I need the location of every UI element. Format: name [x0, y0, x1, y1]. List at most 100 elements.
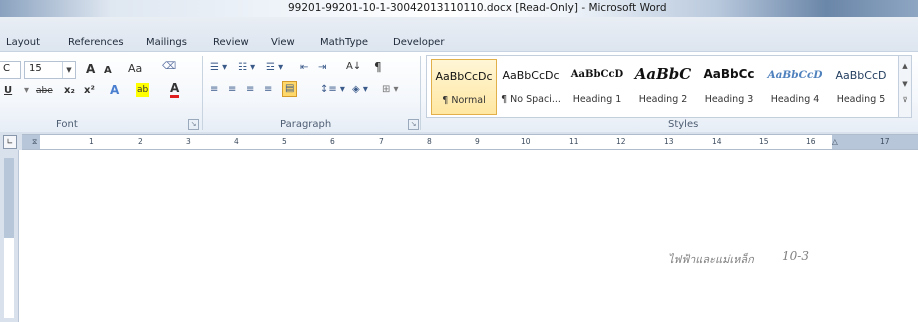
- ruler-tick: 6: [330, 137, 335, 146]
- style-heading-1[interactable]: AaBbCcD Heading 1: [565, 59, 629, 113]
- style-name: Heading 3: [704, 94, 754, 105]
- shrink-font-button[interactable]: A: [104, 64, 112, 78]
- style-sample: AaBbC: [634, 65, 692, 83]
- tab-layout[interactable]: Layout: [6, 37, 40, 48]
- chevron-down-icon[interactable]: ▼: [62, 62, 75, 78]
- tab-view[interactable]: View: [271, 37, 295, 48]
- ruler-left-margin: [22, 135, 40, 149]
- style-normal[interactable]: AaBbCcDc ¶ Normal: [431, 59, 497, 115]
- styles-gallery: AaBbCcDc ¶ Normal AaBbCcDc ¶ No Spaci...…: [426, 55, 900, 118]
- chevron-down-icon[interactable]: ▾: [24, 84, 29, 98]
- ruler-tick: 2: [138, 137, 143, 146]
- show-formatting-button[interactable]: ¶: [374, 60, 382, 74]
- style-name: Heading 1: [572, 94, 622, 105]
- horizontal-ruler[interactable]: ⧖ 1 2 3 4 5 6 7 8 9 10 11 12 13 14 15 16…: [22, 134, 918, 150]
- subscript-button[interactable]: x₂: [64, 84, 75, 98]
- window-title: 99201-99201-10-1-30042013110110.docx [Re…: [288, 2, 667, 14]
- distributed-icon[interactable]: ▤: [282, 81, 298, 97]
- tab-mailings[interactable]: Mailings: [146, 37, 187, 48]
- shading-icon[interactable]: ◈ ▾: [352, 83, 368, 97]
- superscript-button[interactable]: x²: [84, 84, 95, 98]
- ruler-tick: 14: [712, 137, 722, 146]
- ribbon-tabs: Layout References Mailings Review View M…: [0, 17, 918, 51]
- multilevel-list-icon[interactable]: ☲ ▾: [266, 61, 283, 75]
- ruler-tick: 4: [234, 137, 239, 146]
- style-name: Heading 2: [638, 94, 688, 105]
- ruler-right-margin: [832, 135, 918, 149]
- grow-font-button[interactable]: A: [86, 62, 95, 76]
- styles-scroll[interactable]: ▲ ▼ ⊽: [898, 55, 912, 118]
- highlight-button[interactable]: ab: [136, 83, 150, 97]
- sort-button[interactable]: A↓: [346, 60, 361, 74]
- style-heading-2[interactable]: AaBbC Heading 2: [631, 59, 695, 113]
- ruler-tick: 16: [806, 137, 816, 146]
- ruler-tick: 3: [186, 137, 191, 146]
- ruler-tick: 7: [379, 137, 384, 146]
- align-right-icon[interactable]: ≡: [246, 83, 254, 97]
- bullets-icon[interactable]: ☰ ▾: [210, 61, 227, 75]
- tab-references[interactable]: References: [68, 37, 124, 48]
- decrease-indent-icon[interactable]: ⇤: [300, 61, 308, 75]
- style-heading-4[interactable]: AaBbCcD Heading 4: [763, 59, 827, 113]
- tab-mathtype[interactable]: MathType: [320, 37, 368, 48]
- vertical-ruler-bar: [0, 150, 19, 322]
- text-effects-button[interactable]: A: [110, 83, 119, 97]
- indent-marker-icon[interactable]: ⧖: [32, 137, 37, 147]
- font-name-box[interactable]: C: [0, 61, 21, 79]
- font-size-box[interactable]: 15 ▼: [24, 61, 76, 79]
- tab-review[interactable]: Review: [213, 37, 249, 48]
- ruler-tick: 11: [569, 137, 579, 146]
- underline-button[interactable]: U: [4, 84, 12, 98]
- strikethrough-button[interactable]: abe: [36, 84, 53, 98]
- style-sample: AaBbCc: [703, 67, 755, 81]
- numbering-icon[interactable]: ☷ ▾: [238, 61, 255, 75]
- style-heading-5[interactable]: AaBbCcD Heading 5: [829, 59, 893, 113]
- style-name: ¶ Normal: [442, 95, 486, 106]
- styles-group-label: Styles: [668, 119, 699, 130]
- horizontal-ruler-bar: ∟ ⧖ 1 2 3 4 5 6 7 8 9 10 11 12 13 14 15 …: [0, 132, 918, 151]
- style-sample: AaBbCcD: [570, 69, 624, 80]
- font-dialog-launcher-icon[interactable]: ↘: [188, 119, 199, 130]
- clear-formatting-icon[interactable]: ⌫: [162, 60, 176, 74]
- chevron-down-icon[interactable]: ▼: [899, 80, 911, 88]
- ruler-tick: 12: [616, 137, 626, 146]
- ruler-tick: 15: [759, 137, 769, 146]
- justify-icon[interactable]: ≡: [264, 83, 272, 97]
- style-sample: AaBbCcD: [835, 69, 887, 82]
- paragraph-dialog-launcher-icon[interactable]: ↘: [408, 119, 419, 130]
- increase-indent-icon[interactable]: ⇥: [318, 61, 326, 75]
- font-group-label: Font: [56, 119, 78, 130]
- page-header-text: ไฟฟ้าและแม่เหล็ก: [668, 253, 754, 266]
- ruler-tick: 17: [880, 137, 890, 146]
- right-indent-marker-icon[interactable]: △: [832, 137, 838, 146]
- document-page[interactable]: [19, 150, 918, 322]
- ruler-tick: 10: [521, 137, 531, 146]
- style-heading-3[interactable]: AaBbCc Heading 3: [697, 59, 761, 113]
- tab-developer[interactable]: Developer: [393, 37, 444, 48]
- font-size-value: 15: [29, 63, 42, 74]
- style-sample: AaBbCcD: [767, 69, 823, 81]
- more-styles-icon[interactable]: ⊽: [899, 96, 911, 104]
- vertical-ruler-text-area: [4, 238, 14, 318]
- tab-selector-icon[interactable]: ∟: [3, 135, 17, 149]
- chevron-up-icon[interactable]: ▲: [899, 62, 911, 70]
- change-case-button[interactable]: Aa: [128, 62, 142, 76]
- group-divider: [420, 56, 421, 130]
- group-divider: [202, 56, 203, 130]
- style-name: Heading 5: [836, 94, 886, 105]
- ruler-tick: 5: [282, 137, 287, 146]
- style-sample: AaBbCcDc: [435, 70, 493, 83]
- line-spacing-icon[interactable]: ↕≡ ▾: [320, 83, 345, 97]
- style-no-spacing[interactable]: AaBbCcDc ¶ No Spaci...: [499, 59, 563, 113]
- align-left-icon[interactable]: ≡: [210, 83, 218, 97]
- vertical-ruler[interactable]: [4, 158, 14, 318]
- font-color-button[interactable]: A: [170, 82, 180, 98]
- ruler-tick: 13: [664, 137, 674, 146]
- borders-icon[interactable]: ⊞ ▾: [382, 83, 399, 97]
- align-center-icon[interactable]: ≡: [228, 83, 236, 97]
- title-bar: 99201-99201-10-1-30042013110110.docx [Re…: [0, 0, 918, 17]
- page-header-number: 10-3: [782, 249, 809, 263]
- ruler-tick: 9: [475, 137, 480, 146]
- style-name: ¶ No Spaci...: [501, 94, 561, 105]
- paragraph-group-label: Paragraph: [280, 119, 332, 130]
